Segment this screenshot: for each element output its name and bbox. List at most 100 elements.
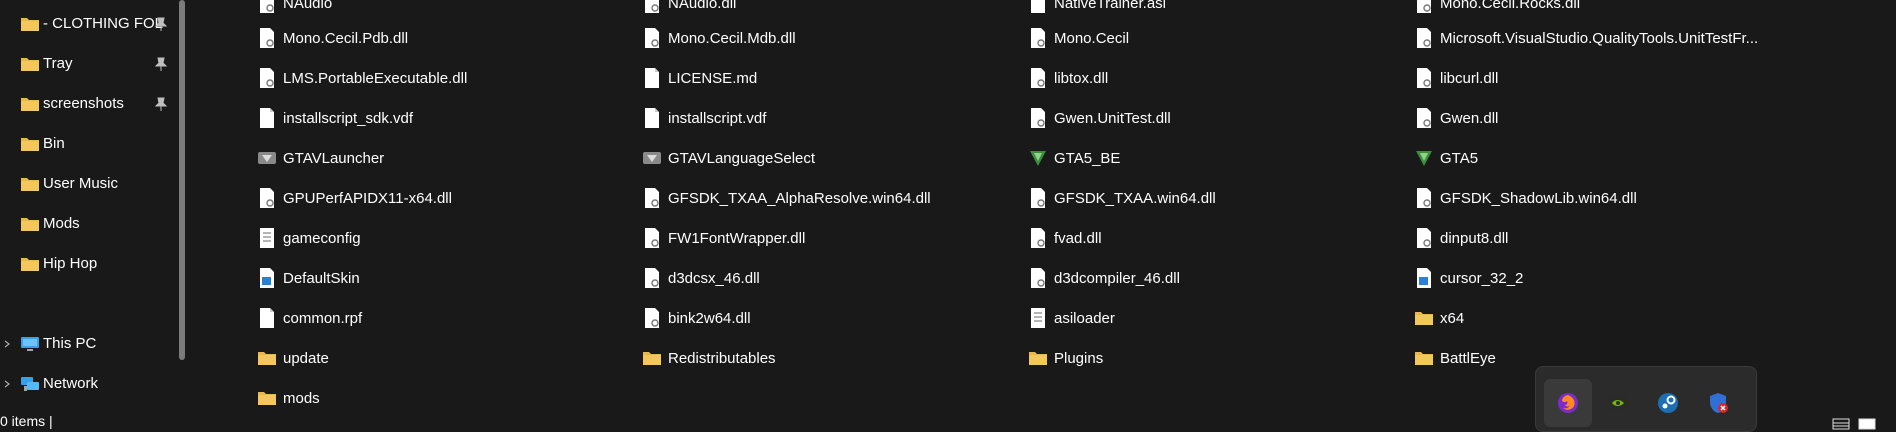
list-item[interactable]: LICENSE.md xyxy=(642,63,757,93)
network-icon xyxy=(21,377,39,391)
file-name: GTA5_BE xyxy=(1054,149,1121,167)
file-name: libcurl.dll xyxy=(1440,69,1499,87)
tray-icon-steam[interactable] xyxy=(1644,379,1692,427)
large-icons-view-icon[interactable] xyxy=(1858,418,1876,430)
list-item[interactable]: GFSDK_TXAA_AlphaResolve.win64.dll xyxy=(642,183,931,213)
sidebar-item-mods[interactable]: Mods xyxy=(0,204,170,244)
dll-file-icon xyxy=(260,28,274,48)
file-name: GTAVLauncher xyxy=(283,149,385,167)
dll-file-icon xyxy=(645,308,659,328)
list-item[interactable]: d3dcompiler_46.dll xyxy=(1028,263,1180,293)
sidebar-item-label: screenshots xyxy=(43,95,124,112)
file-icon xyxy=(1031,0,1045,13)
list-item[interactable]: gameconfig xyxy=(257,223,361,253)
file-name: Gwen.UnitTest.dll xyxy=(1054,109,1171,127)
chevron-right-icon[interactable] xyxy=(4,380,10,388)
dll-file-icon xyxy=(1417,188,1431,208)
dll-file-icon xyxy=(1417,68,1431,88)
list-item[interactable]: Gwen.dll xyxy=(1414,103,1498,133)
list-item[interactable]: NAudio xyxy=(257,0,332,18)
list-item[interactable]: Redistributables xyxy=(642,343,776,373)
dll-file-icon xyxy=(260,0,274,13)
list-item[interactable]: fvad.dll xyxy=(1028,223,1102,253)
list-item[interactable]: BattlEye xyxy=(1414,343,1496,373)
file-name: mods xyxy=(283,389,320,407)
sidebar-item-screenshots[interactable]: screenshots xyxy=(0,84,170,124)
file-name: Redistributables xyxy=(668,349,776,367)
list-item[interactable]: bink2w64.dll xyxy=(642,303,751,333)
list-item[interactable]: installscript_sdk.vdf xyxy=(257,103,413,133)
text-file-icon xyxy=(260,228,274,248)
list-item[interactable]: GTA5 xyxy=(1414,143,1478,173)
list-item[interactable]: NativeTrainer.asi xyxy=(1028,0,1166,18)
sidebar-scrollbar-thumb[interactable] xyxy=(179,0,185,360)
file-icon xyxy=(260,308,274,328)
tray-icon-nvidia[interactable] xyxy=(1594,379,1642,427)
list-item[interactable]: GTA5_BE xyxy=(1028,143,1120,173)
folder-icon xyxy=(258,392,276,405)
file-name: NAudio xyxy=(283,0,333,12)
sidebar-item-tray[interactable]: Tray xyxy=(0,44,170,84)
list-item[interactable]: FW1FontWrapper.dll xyxy=(642,223,805,253)
list-item[interactable]: dinput8.dll xyxy=(1414,223,1508,253)
file-name: BattlEye xyxy=(1440,349,1496,367)
list-item[interactable]: Gwen.UnitTest.dll xyxy=(1028,103,1171,133)
dll-file-icon xyxy=(645,228,659,248)
list-item[interactable]: libtox.dll xyxy=(1028,63,1108,93)
list-item[interactable]: cursor_32_2 xyxy=(1414,263,1523,293)
chevron-right-icon[interactable] xyxy=(4,340,10,348)
sidebar-item-clothing-folder[interactable]: - CLOTHING FOL xyxy=(0,4,170,44)
sidebar-item-bin[interactable]: Bin xyxy=(0,124,170,164)
file-name: installscript.vdf xyxy=(668,109,767,127)
dll-file-icon xyxy=(260,68,274,88)
file-name: GFSDK_TXAA.win64.dll xyxy=(1054,189,1216,207)
list-item[interactable]: NAudio.dll xyxy=(642,0,736,18)
file-name: cursor_32_2 xyxy=(1440,269,1524,287)
sidebar-item-user-music[interactable]: User Music xyxy=(0,164,170,204)
file-name: GTA5 xyxy=(1440,149,1479,167)
dll-file-icon xyxy=(260,188,274,208)
tray-icon-security[interactable] xyxy=(1694,379,1742,427)
file-name: Plugins xyxy=(1054,349,1104,367)
file-name: GPUPerfAPIDX11-x64.dll xyxy=(283,189,452,207)
gta-v-icon xyxy=(1030,151,1046,166)
pin-icon xyxy=(155,97,167,111)
text-file-icon xyxy=(1031,308,1045,328)
list-item[interactable]: Plugins xyxy=(1028,343,1103,373)
folder-icon xyxy=(1029,352,1047,365)
list-item[interactable]: LMS.PortableExecutable.dll xyxy=(257,63,467,93)
list-item[interactable]: mods xyxy=(257,383,320,413)
dll-file-icon xyxy=(1031,68,1045,88)
list-item[interactable]: asiloader xyxy=(1028,303,1115,333)
sidebar-item-network[interactable]: Network xyxy=(0,364,170,404)
security-shield-icon xyxy=(1710,393,1728,413)
list-item[interactable]: libcurl.dll xyxy=(1414,63,1498,93)
list-item[interactable]: x64 xyxy=(1414,303,1464,333)
file-name: Mono.Cecil.Mdb.dll xyxy=(668,29,796,47)
list-item[interactable]: Mono.Cecil xyxy=(1028,23,1129,53)
sidebar-item-hip-hop[interactable]: Hip Hop xyxy=(0,244,170,284)
list-item[interactable]: common.rpf xyxy=(257,303,362,333)
list-item[interactable]: update xyxy=(257,343,329,373)
sidebar-item-label: Hip Hop xyxy=(43,255,98,272)
list-item[interactable]: Microsoft.VisualStudio.QualityTools.Unit… xyxy=(1414,23,1758,53)
list-item[interactable]: Mono.Cecil.Rocks.dll xyxy=(1414,0,1580,18)
list-item[interactable]: GPUPerfAPIDX11-x64.dll xyxy=(257,183,452,213)
file-icon xyxy=(260,108,274,128)
dll-file-icon xyxy=(645,268,659,288)
sidebar-item-this-pc[interactable]: This PC xyxy=(0,324,170,364)
folder-icon xyxy=(643,352,661,365)
list-item[interactable]: GTAVLanguageSelect xyxy=(642,143,815,173)
tray-icon-firefox[interactable] xyxy=(1544,379,1592,427)
list-item[interactable]: Mono.Cecil.Mdb.dll xyxy=(642,23,796,53)
list-item[interactable]: GTAVLauncher xyxy=(257,143,384,173)
list-item[interactable]: DefaultSkin xyxy=(257,263,360,293)
details-view-icon[interactable] xyxy=(1832,418,1850,430)
image-file-icon xyxy=(1417,268,1431,288)
list-item[interactable]: GFSDK_ShadowLib.win64.dll xyxy=(1414,183,1637,213)
list-item[interactable]: installscript.vdf xyxy=(642,103,766,133)
sidebar-item-label: Mods xyxy=(43,215,80,232)
list-item[interactable]: GFSDK_TXAA.win64.dll xyxy=(1028,183,1216,213)
list-item[interactable]: Mono.Cecil.Pdb.dll xyxy=(257,23,408,53)
list-item[interactable]: d3dcsx_46.dll xyxy=(642,263,760,293)
